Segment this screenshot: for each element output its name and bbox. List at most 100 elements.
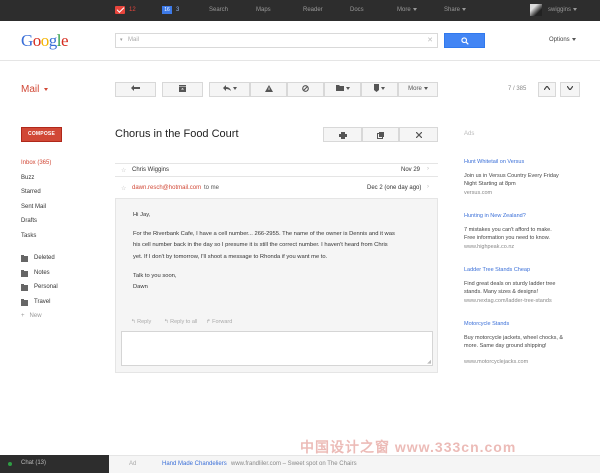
ad-title[interactable]: Ladder Tree Stands Cheap	[464, 267, 530, 273]
star-icon[interactable]: ☆	[121, 185, 126, 192]
topbar-link-search[interactable]: Search	[209, 7, 228, 13]
status-dot-icon	[8, 462, 12, 466]
sidebar-label-travel[interactable]: Travel	[34, 299, 50, 305]
calendar-icon[interactable]: 16	[162, 6, 172, 14]
topbar-link-docs[interactable]: Docs	[350, 7, 364, 13]
chevron-down-icon	[412, 7, 417, 11]
user-name: swiggins	[548, 7, 572, 13]
reply-textarea[interactable]: ◢	[121, 331, 433, 366]
footer-ad-bar: Ad Hand Made Chandeliers www.frandliler.…	[109, 455, 600, 473]
reply-menu-button[interactable]	[209, 82, 250, 97]
clear-icon[interactable]: ✕	[427, 36, 433, 44]
footer-ad-label: Ad	[129, 461, 137, 467]
mail-switcher[interactable]: Mail	[21, 84, 49, 95]
compose-button[interactable]: COMPOSE	[21, 127, 62, 142]
report-spam-button[interactable]	[250, 82, 287, 97]
labels-button[interactable]	[361, 82, 398, 97]
ad-url[interactable]: www.nextag.com/ladder-tree-stands	[464, 298, 552, 304]
new-label-button[interactable]: + New	[21, 313, 42, 319]
topbar-more-label: More	[397, 7, 411, 13]
topbar-link-maps[interactable]: Maps	[256, 7, 271, 13]
gmail-icon[interactable]	[115, 6, 125, 14]
ad-url[interactable]: www.highpeak.co.nz	[464, 244, 514, 250]
ad-title[interactable]: Hunt Whitetail on Versus	[464, 159, 524, 165]
star-icon[interactable]: ☆	[121, 167, 126, 174]
avatar[interactable]	[530, 4, 542, 16]
new-window-icon	[377, 132, 384, 139]
topbar-share-label: Share	[444, 7, 461, 13]
print-icon	[339, 132, 347, 139]
reply-all-link[interactable]: ↰ Reply to all	[164, 319, 197, 325]
topbar-link-reader[interactable]: Reader	[303, 7, 323, 13]
logo-letter: G	[21, 31, 33, 50]
new-label-text: New	[29, 313, 42, 319]
google-logo[interactable]: Google	[21, 31, 69, 51]
chevron-down-icon	[232, 86, 237, 90]
message-line: his cell number back in the day so I pre…	[133, 242, 388, 248]
reply-link[interactable]: ↰ Reply	[131, 319, 151, 325]
search-input[interactable]: ▾ Mail ✕	[115, 33, 438, 48]
chat-bar[interactable]: Chat (13)	[0, 455, 109, 473]
folder-icon	[21, 284, 28, 291]
sidebar-label-deleted[interactable]: Deleted	[34, 255, 55, 261]
ad-url[interactable]: versus.com	[464, 190, 492, 196]
mail-count[interactable]: 12	[129, 7, 136, 13]
block-icon	[302, 85, 309, 92]
reply-icon: ↰	[131, 319, 136, 325]
reply-bar: ↰ Reply ↰ Reply to all ↱ Forward	[116, 314, 437, 330]
message-greeting: Hi Jay,	[133, 212, 151, 218]
message-header-1[interactable]: ☆ Chris Wiggins Nov 29 ›	[115, 163, 438, 177]
archive-icon	[179, 84, 186, 92]
sidebar-label-notes[interactable]: Notes	[34, 270, 50, 276]
more-button[interactable]: More	[398, 82, 438, 97]
message-header-2[interactable]: ☆ dawn.resch@hotmail.com to me Dec 2 (on…	[115, 182, 438, 196]
footer-ad-title[interactable]: Hand Made Chandeliers	[162, 461, 227, 467]
sidebar-item-sent-mail[interactable]: Sent Mail	[21, 204, 46, 210]
sidebar-item-buzz[interactable]: Buzz	[21, 175, 34, 181]
sidebar-item-starred[interactable]: Starred	[21, 189, 41, 195]
chevron-right-icon: ›	[427, 184, 429, 190]
topbar-link-share[interactable]: Share	[444, 7, 467, 13]
ad-body: Find great deals on sturdy ladder tree s…	[464, 281, 556, 295]
ad-title[interactable]: Motorcycle Stands	[464, 321, 509, 327]
sidebar-label-personal[interactable]: Personal	[34, 284, 58, 290]
sidebar-item-drafts[interactable]: Drafts	[21, 218, 37, 224]
newer-button[interactable]	[538, 82, 556, 97]
sidebar-item-tasks[interactable]: Tasks	[21, 233, 36, 239]
search-button[interactable]	[444, 33, 485, 48]
calendar-count[interactable]: 3	[176, 7, 179, 13]
footer-ad-text: www.frandliler.com – Sweet spot on The C…	[231, 461, 357, 467]
message-closing: Talk to you soon,	[133, 273, 177, 279]
chevron-down-icon	[573, 7, 578, 11]
plus-icon: +	[21, 313, 25, 319]
arrow-left-icon	[131, 85, 140, 92]
archive-button[interactable]	[162, 82, 203, 97]
resize-handle-icon[interactable]: ◢	[427, 359, 431, 365]
print-button[interactable]	[323, 127, 362, 142]
mail-label: Mail	[21, 84, 40, 95]
forward-link[interactable]: ↱ Forward	[206, 319, 232, 325]
back-button[interactable]	[115, 82, 156, 97]
search-placeholder: Mail	[128, 37, 140, 43]
ad-body: Join us in Versus Country Every Friday N…	[464, 173, 559, 187]
folder-icon	[21, 255, 28, 262]
ad-title[interactable]: Hunting in New Zealand?	[464, 213, 526, 219]
older-button[interactable]	[560, 82, 580, 97]
warning-icon	[264, 84, 273, 92]
ad-body: 7 mistakes you can't afford to make. Fre…	[464, 227, 552, 241]
chevron-down-icon	[462, 7, 467, 11]
move-to-button[interactable]	[324, 82, 361, 97]
ad-url[interactable]: www.motorcyclejacks.com	[464, 359, 528, 365]
topbar-link-more[interactable]: More	[397, 7, 417, 13]
forward-label: Forward	[212, 319, 233, 325]
delete-button[interactable]	[287, 82, 324, 97]
search-dropdown-icon[interactable]: ▾	[120, 37, 123, 43]
options-menu[interactable]: Options	[549, 37, 576, 43]
chevron-down-icon	[566, 86, 574, 92]
user-menu[interactable]: swiggins	[548, 7, 578, 13]
new-window-button[interactable]	[362, 127, 399, 142]
close-thread-button[interactable]	[399, 127, 438, 142]
sidebar-item-inbox[interactable]: Inbox (365)	[21, 160, 51, 166]
ads-label: Ads	[464, 131, 475, 137]
message-recipient: to me	[204, 185, 220, 191]
